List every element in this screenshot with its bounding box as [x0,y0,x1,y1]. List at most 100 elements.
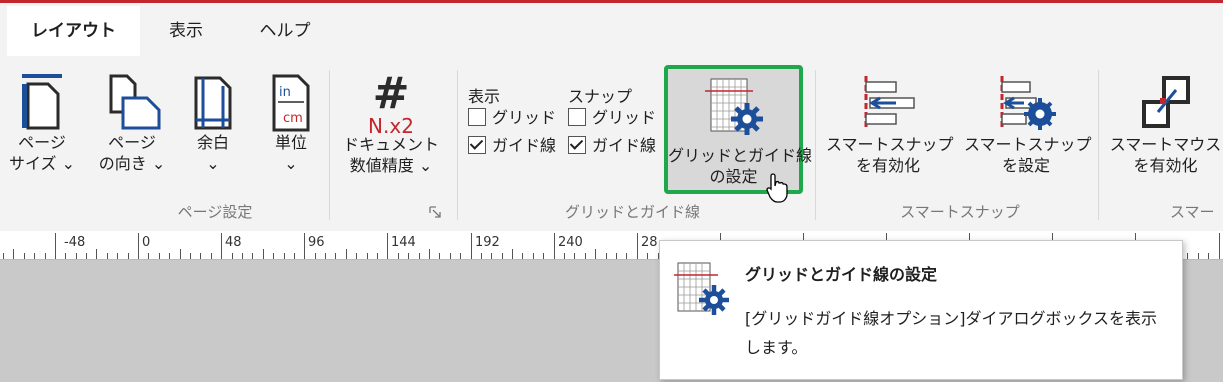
ruler-label: 192 [475,235,500,250]
display-guides-checkbox[interactable]: ガイド線 [468,135,556,157]
ruler-tick [626,253,628,259]
smart-snap-enable-button[interactable]: スマートスナップ を有効化 [826,72,954,176]
tab-layout[interactable]: レイアウト [7,6,140,56]
smart-snap-settings-label-1: スマートスナップ [964,135,1092,154]
snap-grid-label: グリッド [592,108,657,127]
ruler-tick [532,253,534,259]
units-button[interactable]: in cm 単位 ⌄ [258,72,324,174]
ribbon-tab-bar: レイアウト 表示 ヘルプ [0,3,1223,58]
orientation-label-2: の向き ⌄ [98,154,166,173]
ruler-tick [231,253,233,259]
ruler-tick [86,253,87,259]
ruler-tick [210,253,212,259]
margins-button[interactable]: 余白 ⌄ [180,72,246,174]
ruler-tick [595,249,597,259]
page-size-label-2: サイズ ⌄ [8,154,75,173]
page-size-icon [22,74,62,130]
smart-mouse-enable-button[interactable]: スマートマウス を有効化 [1108,72,1223,176]
ruler-tick [75,253,77,259]
ruler-tick [564,253,565,259]
snap-grid-checkbox[interactable]: グリッド [568,107,656,129]
ruler-tick [460,253,462,259]
ruler-tick [169,253,171,259]
tooltip-grid-gear-icon [674,262,729,315]
ruler-label: 96 [308,235,325,250]
precision-icon: # N.x2 [338,72,444,137]
ruler-tick [449,253,451,259]
tab-help[interactable]: ヘルプ [240,6,330,56]
smart-mouse-icon [1141,76,1190,128]
snap-guides-box[interactable] [568,136,586,154]
ruler-tick [252,253,254,259]
ruler-tick [647,253,649,259]
smart-snap-settings-button[interactable]: スマートスナップ を設定 [964,72,1092,176]
ruler-tick [408,253,410,259]
ruler-tick [314,253,316,259]
ruler-tick [366,253,368,259]
snap-header: スナップ [568,87,633,106]
display-header: 表示 [468,87,501,106]
display-guides-box[interactable] [468,136,486,154]
group-label-grid-guides: グリッドとガイド線 [564,203,700,221]
ruler-tick [543,253,545,259]
ruler-tick [241,253,243,259]
ruler-tick [96,249,98,259]
ruler-tick [335,253,337,259]
display-grid-checkbox[interactable]: グリッド [468,107,556,129]
ruler-tick [2,253,4,259]
ruler-tick [501,253,503,259]
ruler-tick [356,253,358,259]
grid-guides-settings-content: グリッドとガイド線 の設定 [668,75,813,187]
ruler-tick [1208,253,1210,259]
ruler-tick [522,253,524,259]
ruler-tick [34,253,36,259]
group-label-page-setup: ページ設定 [177,203,253,221]
precision-label-2: 数値精度 ⌄ [349,156,433,175]
page-size-label-1: ページ [18,133,66,152]
ruler-tick [23,253,25,259]
smart-snap-settings-label-2: を設定 [1001,156,1050,175]
ruler-tick [605,253,607,259]
margins-label-1: 余白 [196,133,229,152]
ruler-tick [1187,253,1189,259]
ruler-tick [138,233,139,259]
units-icon: in cm [272,74,310,132]
ruler-tick [106,253,108,259]
ruler-tick [127,253,129,259]
dialog-launcher-icon[interactable] [429,206,441,218]
snap-guides-checkbox[interactable]: ガイド線 [568,135,656,157]
margins-label-2: ⌄ [206,154,220,173]
ruler-label: 240 [558,235,583,250]
ruler-tick [428,249,430,259]
page-orientation-button[interactable]: ページ の向き ⌄ [92,72,172,174]
ruler-tick [304,233,306,259]
page-orientation-icon [109,74,161,130]
tab-view[interactable]: 表示 [148,6,224,56]
smart-snap-enable-label-2: を有効化 [855,156,920,175]
ruler-tick [189,253,191,259]
document-precision-button[interactable]: # N.x2 ドキュメント 数値精度 ⌄ [338,72,444,176]
snap-grid-box[interactable] [568,108,586,126]
group-label-smart-snap: スマートスナップ [900,203,1020,221]
display-grid-box[interactable] [468,108,486,126]
ruler-tick [491,253,493,259]
ruler-tick [512,249,513,259]
tooltip: グリッドとガイド線の設定 [グリッドガイド線オプション]ダイアログボックスを表示… [659,240,1183,380]
ruler-tick [1197,253,1199,259]
page-size-button[interactable]: ページ サイズ ⌄ [6,72,78,174]
grid-guides-settings-label-1: グリッドとガイド線 [668,146,813,165]
units-label-2: ⌄ [284,154,298,173]
ruler-tick [574,253,576,259]
tooltip-title: グリッドとガイド線の設定 [745,265,938,284]
ruler-tick [65,253,67,259]
ruler-tick [221,233,223,259]
ruler-label: 28 [641,235,658,250]
smart-snap-enable-icon [864,76,915,130]
ruler-tick [293,253,295,259]
ruler-tick [470,233,472,259]
ruler-tick [117,253,119,259]
ruler-tick [418,253,420,259]
ruler-tick [553,233,555,259]
ruler-tick [439,253,441,259]
separator [815,70,816,220]
